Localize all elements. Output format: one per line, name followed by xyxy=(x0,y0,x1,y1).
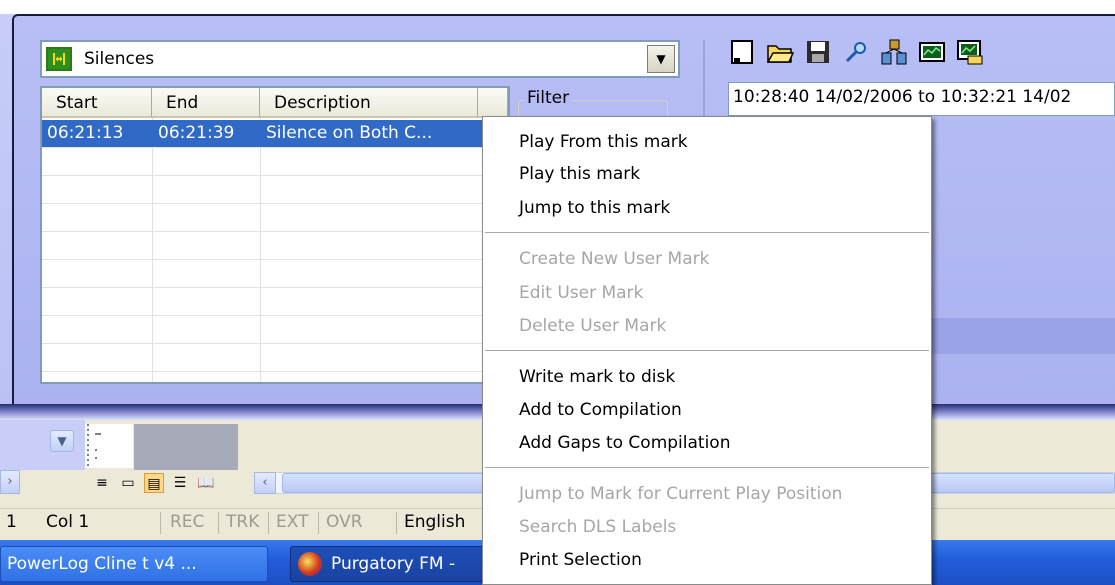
menu-item-search-dls: Search DLS Labels xyxy=(519,517,677,537)
export-chart-icon[interactable] xyxy=(956,38,984,66)
menu-separator xyxy=(485,350,929,351)
chevron-down-icon[interactable]: ▼ xyxy=(647,45,675,73)
empty-row xyxy=(42,260,508,288)
list-header: Start End Description xyxy=(42,88,508,118)
dropdown-value: Silences xyxy=(84,49,155,69)
menu-item-delete-user-mark: Delete User Mark xyxy=(519,316,667,336)
window-top-edge xyxy=(0,0,1115,14)
view-mode-buttons: ≡ ▭ ▤ ☰ 📖 xyxy=(92,473,216,493)
status-separator xyxy=(218,512,219,534)
status-ext[interactable]: EXT xyxy=(276,512,308,532)
status-ovr[interactable]: OVR xyxy=(326,512,363,532)
column-header-end[interactable]: End xyxy=(152,88,260,118)
marks-list[interactable]: Start End Description 06:21:13 06:21:39 … xyxy=(40,86,510,384)
column-header-start[interactable]: Start xyxy=(42,88,152,118)
menu-item-play-mark[interactable]: Play this mark xyxy=(519,164,640,184)
empty-row xyxy=(42,316,508,344)
scroll-down-icon[interactable]: ▼ xyxy=(50,430,74,452)
menu-item-add-to-compilation[interactable]: Add to Compilation xyxy=(519,400,682,420)
toolbar xyxy=(728,38,984,74)
cell-start: 06:21:13 xyxy=(47,123,124,143)
menu-item-create-user-mark: Create New User Mark xyxy=(519,249,710,269)
new-icon[interactable] xyxy=(728,38,756,66)
cell-end: 06:21:39 xyxy=(158,123,235,143)
mark-type-dropdown[interactable]: Silences ▼ xyxy=(40,40,680,78)
column-header-extra[interactable] xyxy=(478,88,508,118)
save-icon[interactable] xyxy=(804,38,832,66)
menu-item-add-gaps-to-compilation[interactable]: Add Gaps to Compilation xyxy=(519,433,730,453)
empty-row xyxy=(42,232,508,260)
menu-item-play-from-mark[interactable]: Play From this mark xyxy=(519,132,688,152)
column-header-description[interactable]: Description xyxy=(260,88,478,118)
status-trk[interactable]: TRK xyxy=(226,512,259,532)
empty-row xyxy=(42,204,508,232)
status-separator xyxy=(318,512,319,534)
web-view-icon[interactable]: ▭ xyxy=(118,473,138,493)
time-range-field: 10:28:40 14/02/2006 to 10:32:21 14/02 xyxy=(728,82,1115,116)
status-rec[interactable]: REC xyxy=(170,512,204,532)
gray-region xyxy=(134,424,238,470)
reading-view-icon[interactable]: 📖 xyxy=(196,473,216,493)
scroll-left-icon[interactable]: ‹ xyxy=(254,472,276,494)
outline-view-icon[interactable]: ☰ xyxy=(170,473,190,493)
status-language: English xyxy=(404,512,466,532)
empty-row xyxy=(42,176,508,204)
status-separator xyxy=(268,512,269,534)
context-menu: Play From this mark Play this mark Jump … xyxy=(482,116,932,585)
normal-view-icon[interactable]: ≡ xyxy=(92,473,112,493)
search-icon[interactable] xyxy=(842,38,870,66)
filter-label: Filter xyxy=(524,88,573,108)
menu-item-print-selection[interactable]: Print Selection xyxy=(519,550,642,570)
empty-row xyxy=(42,148,508,176)
open-folder-icon[interactable] xyxy=(766,38,795,66)
status-separator xyxy=(396,512,397,534)
taskbar-item-powerlog[interactable]: PowerLog Cline t v4 ... xyxy=(0,546,268,582)
status-separator xyxy=(160,512,161,534)
chevron-right-icon[interactable]: › xyxy=(0,470,20,494)
status-line: 1 xyxy=(6,512,17,532)
menu-item-write-mark-to-disk[interactable]: Write mark to disk xyxy=(519,367,675,387)
print-layout-icon[interactable]: ▤ xyxy=(144,473,164,493)
cell-description: Silence on Both C... xyxy=(266,123,433,143)
menu-item-jump-current-play: Jump to Mark for Current Play Position xyxy=(519,484,843,504)
menu-item-jump-to-mark[interactable]: Jump to this mark xyxy=(519,198,670,218)
chart-icon[interactable] xyxy=(918,38,946,66)
table-row[interactable]: 06:21:13 06:21:39 Silence on Both C... xyxy=(42,120,508,148)
empty-row xyxy=(42,344,508,372)
silence-icon xyxy=(46,47,72,71)
ruler xyxy=(85,424,133,468)
menu-item-edit-user-mark: Edit User Mark xyxy=(519,283,644,303)
right-panel-strip xyxy=(928,318,1115,354)
status-col: Col 1 xyxy=(46,512,90,532)
menu-separator xyxy=(485,467,929,468)
app-icon xyxy=(298,552,322,576)
network-icon[interactable] xyxy=(880,38,908,66)
empty-row xyxy=(42,288,508,316)
menu-separator xyxy=(485,232,929,233)
